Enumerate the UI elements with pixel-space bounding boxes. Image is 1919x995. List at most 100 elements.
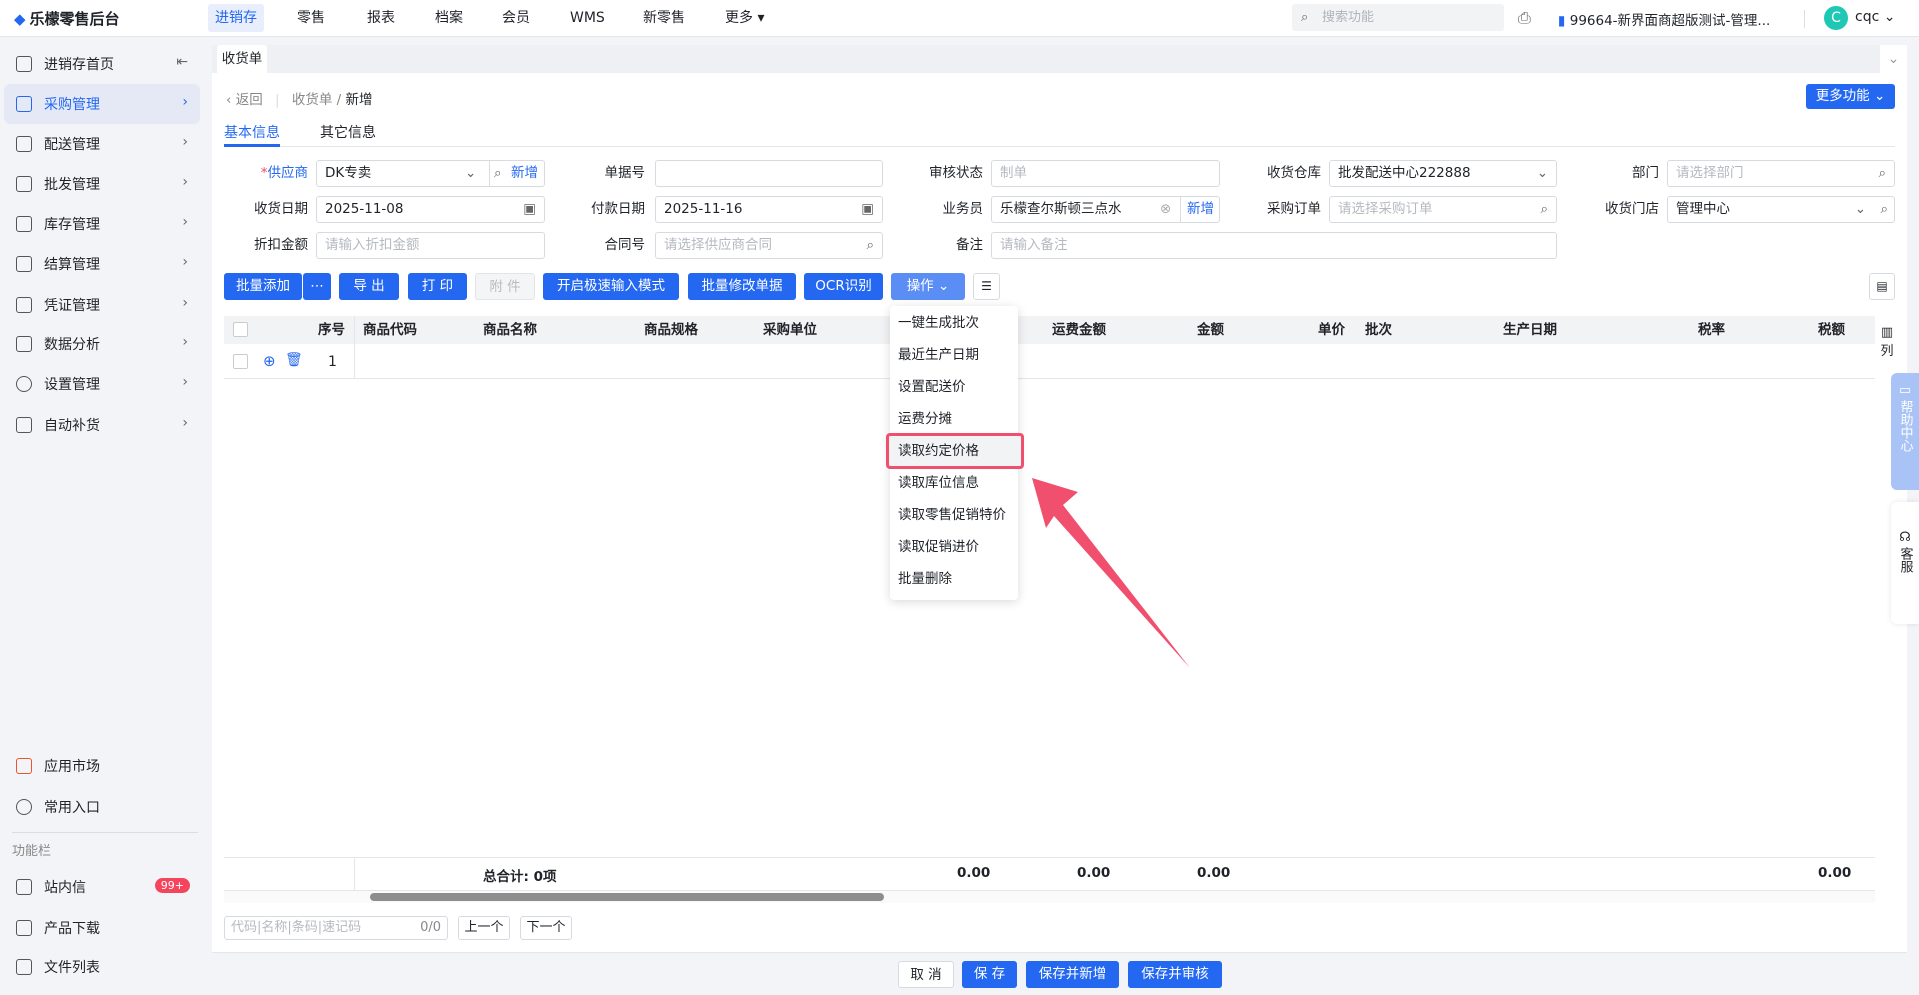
recv-date-picker[interactable]: 2025-11-08 ▣: [316, 196, 545, 223]
tabs-dropdown-icon[interactable]: ⌄: [1880, 45, 1907, 73]
menu-item[interactable]: 一键生成批次: [898, 309, 979, 337]
menu-item[interactable]: 设置配送价: [898, 373, 966, 401]
tab-basic-info[interactable]: 基本信息: [224, 122, 280, 142]
sidebar-item-favorites[interactable]: 常用入口: [4, 787, 200, 827]
pay-date-picker[interactable]: 2025-11-16 ▣: [655, 196, 883, 223]
select-all-checkbox[interactable]: [233, 322, 248, 337]
back-link[interactable]: ‹ 返回: [226, 92, 263, 108]
add-supplier-link[interactable]: 新增: [511, 161, 538, 186]
menu-item[interactable]: 运费分摊: [898, 405, 952, 433]
sidebar-item-purchase[interactable]: 采购管理 ›: [4, 84, 200, 124]
col-amount[interactable]: 金额: [1197, 316, 1224, 344]
clear-icon[interactable]: ⊗: [1160, 197, 1171, 222]
clerk-select[interactable]: 乐檬查尔斯顿三点水 ⊗ 新增: [991, 196, 1220, 223]
layout-icon[interactable]: ▤: [1869, 273, 1895, 300]
nav-report[interactable]: 报表: [360, 4, 402, 32]
dept-input[interactable]: 请选择部门 ⌕: [1667, 160, 1895, 187]
batch-add-button[interactable]: 批量添加: [224, 273, 302, 300]
save-button[interactable]: 保 存: [962, 961, 1017, 988]
help-center-tab[interactable]: ▭ 帮助中心: [1891, 373, 1919, 490]
sidebar-item-analytics[interactable]: 数据分析 ›: [4, 324, 200, 364]
sidebar-item-app-market[interactable]: 应用市场: [4, 746, 200, 786]
col-prod-date[interactable]: 生产日期: [1503, 316, 1557, 344]
cancel-button[interactable]: 取 消: [898, 961, 954, 988]
col-spec[interactable]: 商品规格: [644, 316, 698, 344]
scrollbar-thumb[interactable]: [370, 893, 884, 901]
mail-icon: [16, 879, 32, 895]
store-selector[interactable]: ▮ 99664-新界面商超版测试-管理...: [1558, 9, 1770, 29]
avatar[interactable]: C: [1824, 6, 1848, 30]
nav-wms[interactable]: WMS: [563, 4, 612, 32]
po-input[interactable]: 请选择采购订单 ⌕: [1329, 196, 1557, 223]
supplier-select[interactable]: DK专卖 ⌄ ⌕ 新增: [316, 160, 545, 187]
prev-button[interactable]: 上一个: [458, 916, 510, 940]
delete-row-icon[interactable]: 🗑: [285, 352, 303, 368]
sidebar-item-home[interactable]: 进销存首页 ⇤: [4, 44, 200, 84]
menu-item[interactable]: 批量删除: [898, 565, 952, 593]
col-price[interactable]: 单价: [1318, 316, 1345, 344]
sidebar-item-wholesale[interactable]: 批发管理 ›: [4, 164, 200, 204]
nav-retail[interactable]: 零售: [290, 4, 332, 32]
menu-item[interactable]: 读取零售促销特价: [898, 501, 1006, 529]
user-name[interactable]: cqc ⌄: [1855, 9, 1895, 25]
search-input[interactable]: ⌕ 搜索功能: [1292, 4, 1504, 31]
sidebar-item-delivery[interactable]: 配送管理 ›: [4, 124, 200, 164]
ocr-button[interactable]: OCR识别: [804, 273, 883, 300]
sidebar-item-settlement[interactable]: 结算管理 ›: [4, 244, 200, 284]
customer-service-tab[interactable]: ☊ 客服: [1891, 502, 1919, 624]
sidebar-item-settings[interactable]: 设置管理 ›: [4, 364, 200, 404]
breadcrumb-parent[interactable]: 收货单: [292, 92, 333, 108]
col-tax[interactable]: 税额: [1818, 316, 1845, 344]
nav-more[interactable]: 更多 ▾: [718, 4, 771, 32]
find-input[interactable]: 代码|名称|条码|速记码 0/0: [224, 916, 448, 940]
add-row-icon[interactable]: ⊕: [263, 352, 276, 370]
print-button[interactable]: 打 印: [408, 273, 467, 300]
col-code[interactable]: 商品代码: [363, 316, 417, 344]
nav-jxc[interactable]: 进销存: [208, 4, 264, 32]
remark-input[interactable]: 请输入备注: [991, 232, 1557, 259]
nav-member[interactable]: 会员: [495, 4, 537, 32]
fast-input-button[interactable]: 开启极速输入模式: [543, 273, 679, 300]
menu-item[interactable]: 最近生产日期: [898, 341, 979, 369]
add-clerk-link[interactable]: 新增: [1180, 197, 1214, 222]
menu-item-read-contract-price[interactable]: 读取约定价格: [898, 437, 979, 465]
contract-input[interactable]: 请选择供应商合同 ⌕: [655, 232, 883, 259]
sort-icon[interactable]: ☰: [973, 273, 1000, 300]
sidebar-item-replenish[interactable]: 自动补货 ›: [4, 405, 200, 445]
col-tax-rate[interactable]: 税率: [1698, 316, 1725, 344]
batch-modify-button[interactable]: 批量修改单据: [688, 273, 796, 300]
sidebar-item-messages[interactable]: 站内信 99+: [4, 867, 200, 907]
discount-input[interactable]: 请输入折扣金额: [316, 232, 545, 259]
tab-receipt[interactable]: 收货单: [217, 45, 267, 73]
row-checkbox[interactable]: [233, 354, 248, 369]
save-and-audit-button[interactable]: 保存并审核: [1128, 961, 1222, 988]
next-button[interactable]: 下一个: [520, 916, 572, 940]
sidebar-item-voucher[interactable]: 凭证管理 ›: [4, 285, 200, 325]
export-button[interactable]: 导 出: [339, 273, 399, 300]
col-batch[interactable]: 批次: [1365, 316, 1392, 344]
more-functions-button[interactable]: 更多功能 ⌄: [1806, 84, 1895, 109]
nav-new-retail[interactable]: 新零售: [636, 4, 692, 32]
col-unit[interactable]: 采购单位: [763, 316, 817, 344]
operations-dropdown-button[interactable]: 操作 ⌄: [891, 273, 965, 300]
nav-archive[interactable]: 档案: [428, 4, 470, 32]
save-and-new-button[interactable]: 保存并新增: [1026, 961, 1119, 988]
total-price: 0.00: [1197, 865, 1231, 881]
col-name[interactable]: 商品名称: [483, 316, 537, 344]
attachment-button[interactable]: 附 件: [475, 273, 535, 300]
printer-icon[interactable]: ⎙: [1518, 8, 1531, 28]
sidebar-item-downloads[interactable]: 产品下载: [4, 908, 200, 948]
sidebar-item-files[interactable]: 文件列表: [4, 947, 200, 987]
tab-other-info[interactable]: 其它信息: [320, 122, 376, 142]
top-bar: ◆ 乐檬零售后台 进销存 零售 报表 档案 会员 WMS 新零售 更多 ▾ ⌕ 搜索…: [0, 0, 1919, 37]
col-freight[interactable]: 运费金额: [1052, 316, 1106, 344]
row-divider: [224, 378, 1875, 379]
doc-no-input[interactable]: [655, 160, 883, 187]
column-settings-button[interactable]: ▥ 列: [1880, 325, 1894, 359]
batch-add-more-button[interactable]: ⋯: [303, 273, 331, 300]
store-select[interactable]: 管理中心 ⌄ ⌕: [1667, 196, 1895, 223]
warehouse-select[interactable]: 批发配送中心222888 ⌄: [1329, 160, 1557, 187]
menu-item[interactable]: 读取库位信息: [898, 469, 979, 497]
sidebar-item-inventory[interactable]: 库存管理 ›: [4, 204, 200, 244]
menu-item[interactable]: 读取促销进价: [898, 533, 979, 561]
